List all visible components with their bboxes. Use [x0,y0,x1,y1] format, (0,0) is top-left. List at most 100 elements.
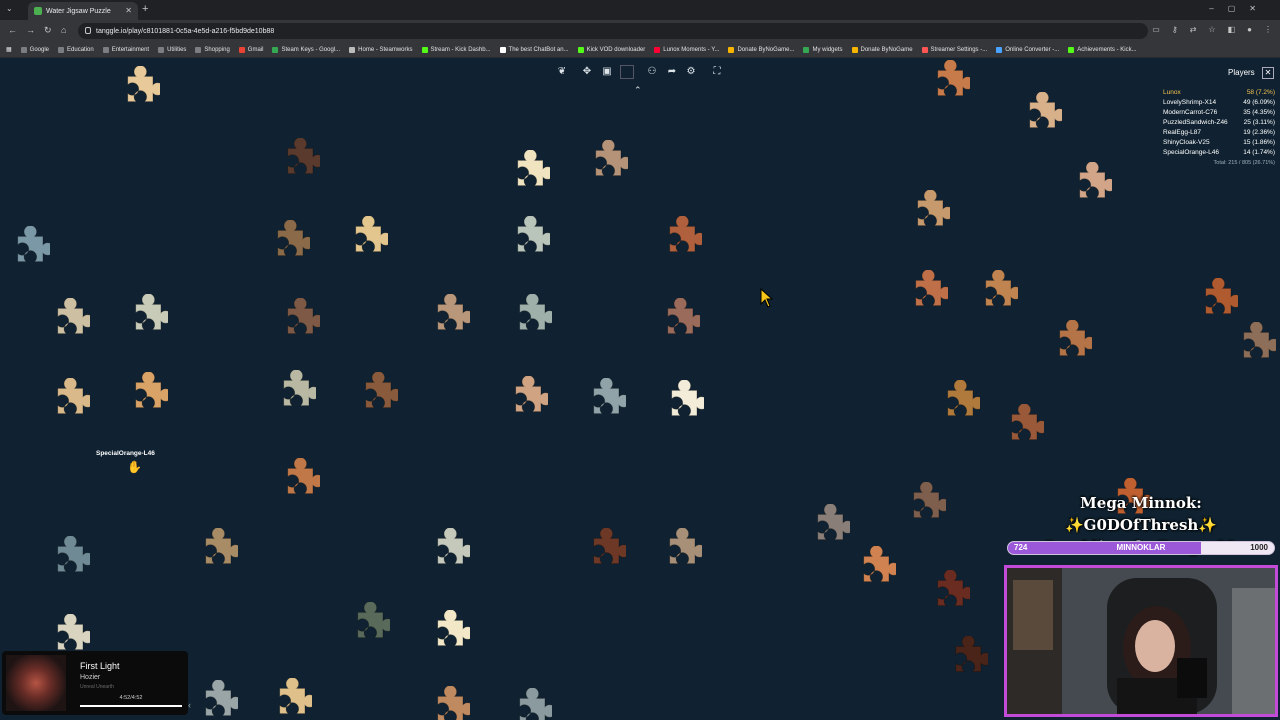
settings-icon[interactable]: ⚙ [684,65,698,79]
bookmark-item[interactable]: Shopping [195,46,230,53]
bookmark-item[interactable]: Home - Steamworks [349,46,413,53]
bookmark-item[interactable]: Education [58,46,94,53]
puzzle-piece[interactable] [500,150,550,200]
puzzle-piece[interactable] [578,140,628,190]
puzzle-piece[interactable] [340,602,390,652]
bookmark-item[interactable]: Lunox Moments - Y... [654,46,719,53]
bookmark-item[interactable]: Kick VOD downloader [577,46,645,53]
puzzle-piece[interactable] [420,528,470,578]
puzzle-piece[interactable] [968,270,1018,320]
puzzle-piece[interactable] [930,380,980,430]
puzzle-piece[interactable] [994,404,1044,454]
chevron-left-icon[interactable]: ‹ [188,700,191,710]
home-icon[interactable]: ⌂ [61,25,66,35]
puzzle-piece[interactable] [40,536,90,586]
back-icon[interactable]: ← [8,25,17,35]
puzzle-piece[interactable] [502,294,552,344]
puzzle-piece[interactable] [40,378,90,428]
puzzle-piece[interactable] [348,372,398,422]
address-bar[interactable]: tanggle.io/play/c8101881-0c5a-4e5d-a216-… [78,23,1148,39]
translate-icon[interactable]: ⇄ [1190,25,1197,34]
puzzle-piece[interactable] [576,378,626,428]
bookmark-item[interactable]: Steam Keys - Googl... [272,46,340,53]
close-tab-icon[interactable]: ✕ [125,6,132,15]
puzzle-piece[interactable] [846,546,896,596]
bookmark-item[interactable]: Gmail [238,46,263,53]
puzzle-piece[interactable] [188,680,238,720]
puzzle-piece[interactable] [260,220,310,270]
puzzle-piece[interactable] [420,686,470,720]
bookmark-item[interactable]: Achievements - Kick... [1068,46,1137,53]
puzzle-piece[interactable] [420,294,470,344]
puzzle-piece[interactable] [652,528,702,578]
apps-icon[interactable]: ▦ [6,46,12,53]
bookmark-item[interactable]: Utilities [158,46,186,53]
puzzle-piece[interactable] [1062,162,1112,212]
puzzle-piece[interactable] [118,372,168,422]
puzzle-piece[interactable] [920,60,970,110]
puzzle-piece[interactable] [1012,92,1062,142]
puzzle-piece[interactable] [110,66,160,116]
bookmark-star-icon[interactable]: ☆ [1208,25,1215,34]
tab-search-icon[interactable]: ⌄ [6,4,13,13]
bookmark-item[interactable]: Entertainment [102,46,149,53]
fullscreen-icon[interactable]: ⛶ [710,65,724,79]
puzzle-piece[interactable] [920,570,970,620]
puzzle-piece[interactable] [270,298,320,348]
puzzle-piece[interactable] [502,688,552,720]
puzzle-edges-icon[interactable]: ✥ [580,65,594,79]
puzzle-piece[interactable] [652,216,702,266]
puzzle-piece[interactable] [898,270,948,320]
puzzle-piece[interactable] [800,504,850,554]
profile-avatar-icon[interactable]: ● [1247,25,1252,34]
puzzle-piece[interactable] [1188,278,1238,328]
forward-icon[interactable]: → [26,25,35,35]
puzzle-piece[interactable] [266,370,316,420]
share-icon[interactable]: ➦ [665,65,679,79]
chevron-up-icon[interactable]: ⌃ [634,85,642,96]
bookmark-item[interactable]: The best ChatBot an... [499,46,569,53]
puzzle-piece[interactable] [0,226,50,276]
puzzle-piece[interactable] [270,458,320,508]
puzzle-piece[interactable] [576,528,626,578]
puzzle-piece[interactable] [270,138,320,188]
puzzle-piece[interactable] [118,294,168,344]
leaf-icon[interactable]: ❦ [555,65,569,79]
puzzle-piece[interactable] [900,190,950,240]
browser-tab[interactable]: Water Jigsaw Puzzle ✕ [28,2,138,20]
window-controls[interactable]: –▢✕ [1209,4,1270,13]
extensions-icon[interactable]: ◧ [1228,25,1236,34]
bookmark-item[interactable]: Donate ByNoGame... [728,46,794,53]
box-icon[interactable] [620,65,634,79]
puzzle-piece[interactable] [650,298,700,348]
puzzle-piece[interactable] [498,376,548,426]
cast-icon[interactable]: ▭ [1152,25,1160,34]
close-icon[interactable]: ✕ [1262,67,1274,79]
key-icon[interactable]: ⚷ [1172,25,1178,34]
new-tab-icon[interactable]: + [142,3,148,15]
puzzle-piece[interactable] [500,216,550,266]
bookmark-item[interactable]: Google [20,46,49,53]
bookmark-item[interactable]: Online Converter -... [996,46,1059,53]
reload-icon[interactable]: ↻ [44,25,52,36]
bookmark-favicon-icon [20,46,27,53]
puzzle-piece[interactable] [938,636,988,686]
puzzle-piece[interactable] [1042,320,1092,370]
puzzle-piece[interactable] [896,482,946,532]
image-icon[interactable]: ▣ [600,65,614,79]
bookmark-item[interactable]: Streamer Settings -... [921,46,987,53]
bookmark-item[interactable]: Donate ByNoGame [851,46,913,53]
puzzle-piece[interactable] [1226,322,1276,372]
puzzle-piece[interactable] [654,380,704,430]
puzzle-piece[interactable] [420,610,470,660]
users-icon[interactable]: ⚇ [645,65,659,79]
bookmark-item[interactable]: My widgets [803,46,843,53]
puzzle-piece[interactable] [338,216,388,266]
site-info-icon[interactable] [85,27,91,34]
puzzle-piece[interactable] [40,298,90,348]
puzzle-board[interactable]: ❦ ✥ ▣ ⚇ ➦ ⚙ ⛶ ⌃ Players ✕ Lunox 58 (7.2%)… [0,58,1280,720]
puzzle-piece[interactable] [262,678,312,720]
puzzle-piece[interactable] [188,528,238,578]
menu-icon[interactable]: ⋮ [1264,25,1272,34]
bookmark-item[interactable]: Stream - Kick Dashb... [421,46,491,53]
